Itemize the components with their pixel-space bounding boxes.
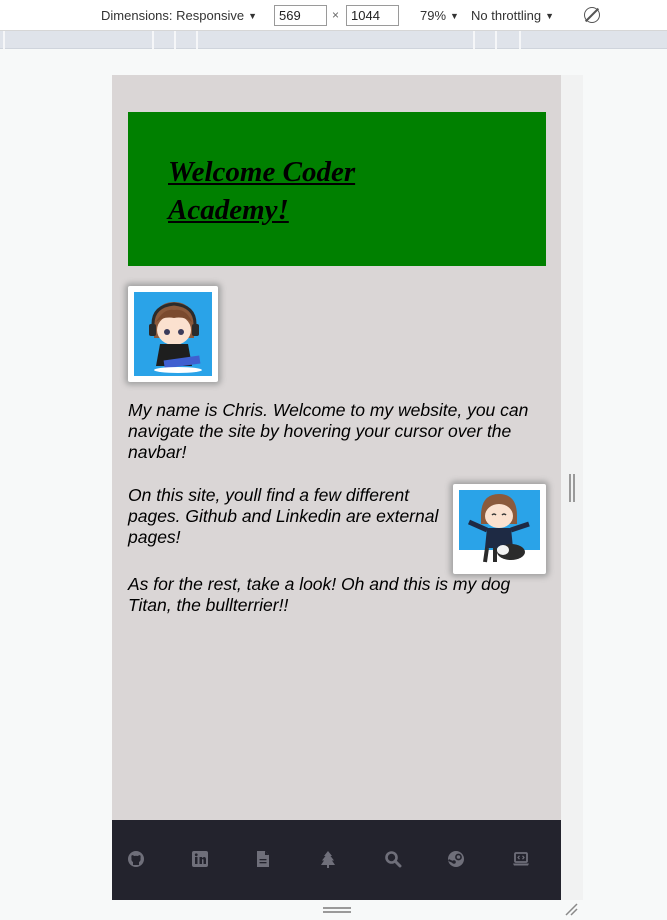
dimensions-dropdown[interactable]: Dimensions: Responsive ▼ (101, 8, 257, 24)
page-title: Welcome Coder Academy! (168, 156, 356, 226)
laptop-code-icon[interactable] (512, 850, 530, 868)
caret-down-icon: ▼ (248, 11, 257, 21)
mq-marker (495, 31, 497, 49)
chibi-dog-illustration (459, 490, 540, 568)
corner-resize-handle[interactable] (564, 902, 578, 916)
side-resize-handle[interactable] (569, 474, 575, 502)
rotate-icon[interactable] (584, 7, 600, 23)
mq-marker (3, 31, 5, 49)
linkedin-icon[interactable] (191, 850, 209, 868)
throttling-label: No throttling (471, 8, 542, 23)
bottom-resize-handle[interactable] (323, 907, 351, 913)
mq-marker (473, 31, 475, 49)
times-symbol: × (332, 8, 340, 22)
dog-image (453, 484, 546, 574)
intro-paragraph: My name is Chris. Welcome to my website,… (128, 400, 529, 462)
avatar-picture (134, 292, 212, 376)
mq-marker (174, 31, 176, 49)
bottom-navbar (112, 820, 561, 900)
chibi-gamer-illustration (134, 292, 212, 376)
throttling-dropdown[interactable]: No throttling ▼ (471, 8, 554, 24)
height-input[interactable] (346, 5, 399, 26)
width-input[interactable] (274, 5, 327, 26)
page-header: Welcome Coder Academy! (128, 112, 546, 266)
caret-down-icon: ▼ (545, 11, 555, 21)
search-icon[interactable] (384, 850, 402, 868)
github-icon[interactable] (127, 850, 145, 868)
emulated-viewport: Welcome Coder Academy! My name is Chris.… (112, 75, 561, 900)
file-icon[interactable] (254, 850, 272, 868)
mq-marker (152, 31, 154, 49)
dog-picture (459, 490, 540, 568)
caret-down-icon: ▼ (450, 11, 459, 21)
zoom-label: 79% (420, 8, 447, 23)
pages-paragraph: On this site, youll find a few different… (128, 485, 439, 547)
zoom-dropdown[interactable]: 79% ▼ (420, 8, 459, 24)
steam-icon[interactable] (447, 850, 465, 868)
dog-paragraph: As for the rest, take a look! Oh and thi… (128, 574, 511, 615)
tree-icon[interactable] (319, 850, 337, 868)
avatar-image (128, 286, 218, 382)
devtools-toolbar: Dimensions: Responsive▼ × 79%▼ No thrott… (0, 0, 667, 31)
mq-marker (196, 31, 198, 49)
mq-marker (519, 31, 521, 49)
media-query-bar[interactable] (0, 31, 667, 49)
dimensions-label: Dimensions: Responsive (101, 8, 245, 23)
